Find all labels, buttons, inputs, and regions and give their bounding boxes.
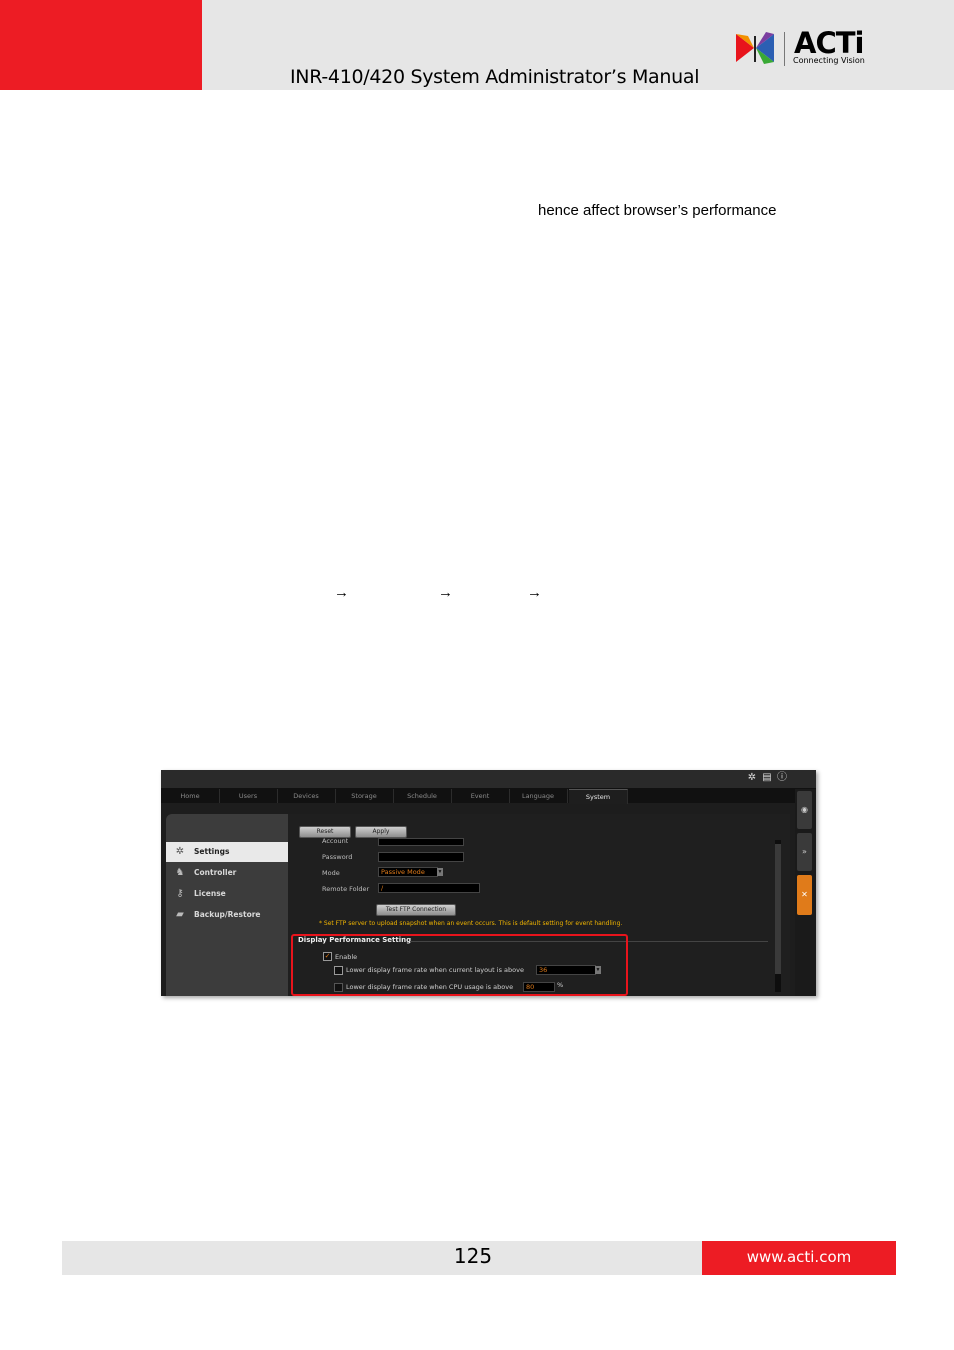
mode-label: Mode — [322, 869, 340, 877]
tab-schedule[interactable]: Schedule — [393, 789, 452, 803]
account-field[interactable] — [378, 838, 464, 846]
right-toolbar: ◉ » ✕ — [795, 789, 816, 996]
tab-system[interactable]: System — [569, 789, 628, 804]
app-top-bar: ✲ ▤ ⓘ — [161, 770, 816, 789]
tab-users[interactable]: Users — [219, 789, 278, 803]
sidebar-item-license[interactable]: ⚷ License — [166, 884, 288, 904]
sidebar-item-controller[interactable]: ♞ Controller — [166, 863, 288, 883]
arrow-right-icon: → — [527, 584, 542, 601]
scrollbar-thumb[interactable] — [775, 844, 781, 974]
mode-select[interactable]: Passive Mode — [378, 867, 438, 877]
gear-icon: ✲ — [175, 846, 185, 857]
tab-storage[interactable]: Storage — [335, 789, 394, 803]
joystick-icon: ♞ — [175, 867, 185, 878]
page-number: 125 — [453, 1244, 493, 1268]
password-field[interactable] — [378, 852, 464, 862]
settings-sidebar: ✲ Settings ♞ Controller ⚷ License ▰ Back… — [166, 814, 288, 996]
sidebar-item-label: Controller — [194, 868, 237, 877]
account-label: Account — [322, 837, 349, 843]
logo-tagline: Connecting Vision — [793, 56, 865, 65]
document-icon[interactable]: ▤ — [762, 773, 772, 783]
forward-button[interactable]: » — [797, 833, 812, 871]
tab-home[interactable]: Home — [161, 789, 220, 803]
view-button[interactable]: ◉ — [797, 791, 812, 829]
apply-button[interactable]: Apply — [355, 826, 407, 838]
arrow-right-icon: → — [438, 584, 453, 601]
logo-divider — [784, 32, 785, 66]
body-text-fragment: hence affect browser’s performance — [538, 202, 777, 219]
gear-icon[interactable]: ✲ — [747, 773, 757, 783]
password-label: Password — [322, 853, 353, 861]
ftp-note: * Set FTP server to upload snapshot when… — [319, 920, 623, 927]
tab-devices[interactable]: Devices — [277, 789, 336, 803]
test-ftp-connection-button[interactable]: Test FTP Connection — [376, 904, 456, 916]
folder-icon: ▰ — [176, 909, 184, 920]
setup-tools-button[interactable]: ✕ — [797, 875, 812, 915]
footer-url[interactable]: www.acti.com — [702, 1248, 896, 1266]
info-icon[interactable]: ⓘ — [777, 773, 787, 783]
main-nav: Home Users Devices Storage Schedule Even… — [161, 789, 796, 804]
sidebar-item-label: Settings — [194, 847, 230, 856]
sidebar-item-label: Backup/Restore — [194, 910, 261, 919]
key-icon: ⚷ — [176, 888, 184, 899]
manual-title: INR-410/420 System Administrator’s Manua… — [290, 66, 700, 88]
chevron-down-icon[interactable]: ▼ — [437, 868, 443, 876]
sidebar-item-backup-restore[interactable]: ▰ Backup/Restore — [166, 905, 288, 925]
arrow-right-icon: → — [334, 584, 349, 601]
logo-brand: ACTi — [794, 26, 864, 60]
sidebar-item-label: License — [194, 889, 226, 898]
tab-event[interactable]: Event — [451, 789, 510, 803]
highlight-box — [291, 934, 628, 996]
remote-folder-label: Remote Folder — [322, 885, 370, 893]
tab-language[interactable]: Language — [509, 789, 568, 803]
remote-folder-field[interactable]: / — [378, 883, 480, 893]
sidebar-item-settings[interactable]: ✲ Settings — [166, 842, 288, 862]
header-red-block — [0, 0, 202, 90]
